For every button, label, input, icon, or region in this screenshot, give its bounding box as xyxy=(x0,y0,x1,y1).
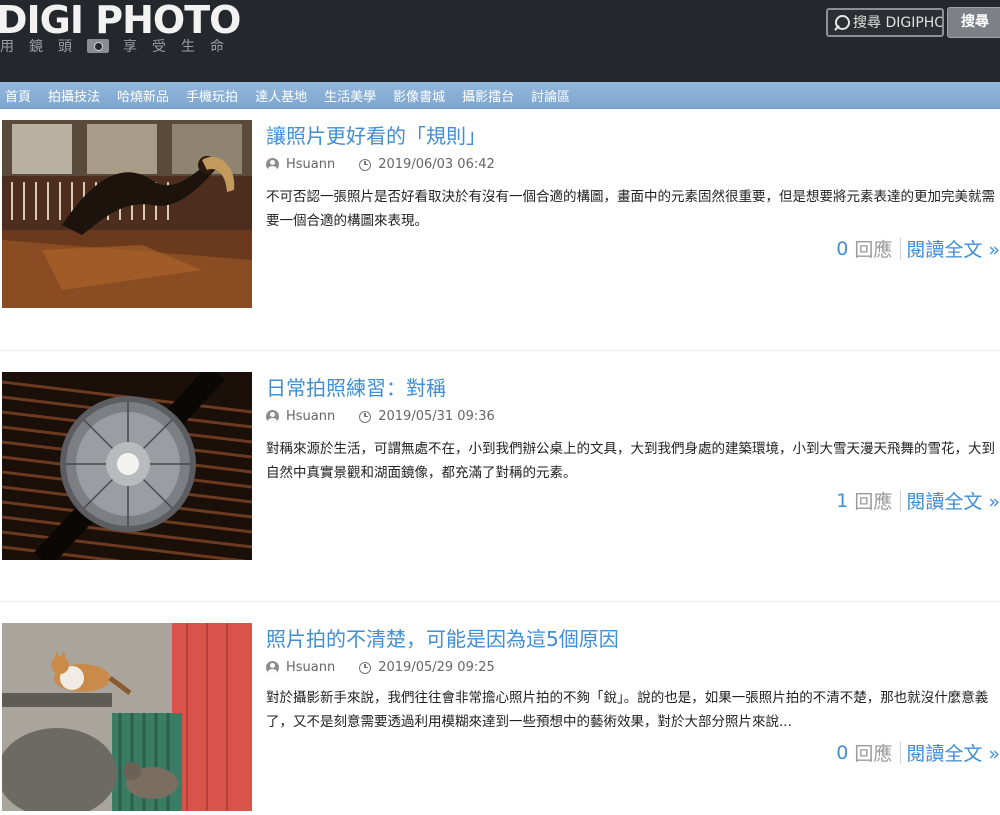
tagline-char: 頭 xyxy=(58,39,72,55)
post-datetime: 2019/06/03 06:42 xyxy=(378,157,495,172)
post-title[interactable]: 讓照片更好看的「規則」 xyxy=(266,120,486,149)
reply-count[interactable]: 0 xyxy=(836,238,848,260)
user-icon xyxy=(266,158,279,171)
post-datetime: 2019/05/29 09:25 xyxy=(378,660,495,675)
main-nav: 首頁 拍攝技法 哈燒新品 手機玩拍 達人基地 生活美學 影像書城 攝影擂台 討論… xyxy=(0,82,1000,109)
post-actions: 0 回應 閱讀全文 » xyxy=(836,739,1000,766)
post-title[interactable]: 日常拍照練習：對稱 xyxy=(266,372,446,401)
post-excerpt: 對於攝影新手來說，我們往往會非常擔心照片拍的不夠「銳」。說的也是，如果一張照片拍… xyxy=(266,690,989,730)
reply-count[interactable]: 1 xyxy=(836,490,848,512)
tagline-char: 用 xyxy=(0,39,14,55)
nav-item-techniques[interactable]: 拍攝技法 xyxy=(48,86,100,105)
camera-icon xyxy=(87,39,109,53)
tagline-char: 鏡 xyxy=(29,39,43,55)
post-meta: Hsuann 2019/05/31 09:36 xyxy=(266,409,495,424)
post-item: 照片拍的不清楚，可能是因為這5個原因 Hsuann 2019/05/29 09:… xyxy=(0,623,1000,811)
post-meta: Hsuann 2019/06/03 06:42 xyxy=(266,157,495,172)
tagline-char: 享 xyxy=(123,39,137,55)
post-item: 日常拍照練習：對稱 Hsuann 2019/05/31 09:36 對稱來源於生… xyxy=(0,372,1000,560)
reply-label[interactable]: 回應 xyxy=(854,487,892,514)
nav-item-contest[interactable]: 攝影擂台 xyxy=(462,86,514,105)
clock-icon xyxy=(359,410,372,423)
reply-count[interactable]: 0 xyxy=(836,742,848,764)
search-box xyxy=(826,8,944,37)
post-divider xyxy=(0,601,1000,602)
post-author[interactable]: Hsuann xyxy=(286,157,335,172)
search-icon xyxy=(833,13,853,33)
post-item: 讓照片更好看的「規則」 Hsuann 2019/06/03 06:42 不可否認… xyxy=(0,120,1000,308)
post-title[interactable]: 照片拍的不清楚，可能是因為這5個原因 xyxy=(266,623,619,652)
search-input[interactable] xyxy=(853,14,942,31)
search-button[interactable]: 搜尋 xyxy=(947,7,1000,38)
nav-item-experts[interactable]: 達人基地 xyxy=(255,86,307,105)
post-author[interactable]: Hsuann xyxy=(286,409,335,424)
read-more-link[interactable]: 閱讀全文 » xyxy=(906,487,1000,514)
post-thumbnail[interactable] xyxy=(2,623,252,811)
post-excerpt: 不可否認一張照片是否好看取決於有沒有一個合適的構圖，畫面中的元素固然很重要，但是… xyxy=(266,189,995,229)
post-thumbnail[interactable] xyxy=(2,372,252,560)
nav-item-home[interactable]: 首頁 xyxy=(5,86,31,105)
reply-label[interactable]: 回應 xyxy=(854,235,892,262)
nav-item-forum[interactable]: 討論區 xyxy=(531,86,570,105)
user-icon xyxy=(266,661,279,674)
action-divider xyxy=(900,741,902,764)
tagline-char: 生 xyxy=(181,39,195,55)
site-tagline: 用 鏡 頭 享 受 生 命 xyxy=(0,36,239,56)
site-header: DIGI PHOTO 用 鏡 頭 享 受 生 命 搜尋 xyxy=(0,0,1000,82)
tagline-char: 受 xyxy=(152,39,166,55)
action-divider xyxy=(900,237,902,260)
post-excerpt: 對稱來源於生活，可謂無處不在，小到我們辦公桌上的文具，大到我們身處的建築環境，小… xyxy=(266,441,995,481)
clock-icon xyxy=(359,661,372,674)
post-actions: 1 回應 閱讀全文 » xyxy=(836,487,1000,514)
reply-label[interactable]: 回應 xyxy=(854,739,892,766)
nav-item-lifestyle[interactable]: 生活美學 xyxy=(324,86,376,105)
tagline-char: 命 xyxy=(210,39,224,55)
post-actions: 0 回應 閱讀全文 » xyxy=(836,235,1000,262)
user-icon xyxy=(266,410,279,423)
post-divider xyxy=(0,350,1000,351)
nav-item-mobile[interactable]: 手機玩拍 xyxy=(186,86,238,105)
site-logo[interactable]: DIGI PHOTO xyxy=(0,0,241,40)
clock-icon xyxy=(359,158,372,171)
post-author[interactable]: Hsuann xyxy=(286,660,335,675)
post-thumbnail[interactable] xyxy=(2,120,252,308)
post-meta: Hsuann 2019/05/29 09:25 xyxy=(266,660,495,675)
post-datetime: 2019/05/31 09:36 xyxy=(378,409,495,424)
nav-item-new-products[interactable]: 哈燒新品 xyxy=(117,86,169,105)
read-more-link[interactable]: 閱讀全文 » xyxy=(906,235,1000,262)
read-more-link[interactable]: 閱讀全文 » xyxy=(906,739,1000,766)
action-divider xyxy=(900,489,902,512)
nav-item-bookstore[interactable]: 影像書城 xyxy=(393,86,445,105)
